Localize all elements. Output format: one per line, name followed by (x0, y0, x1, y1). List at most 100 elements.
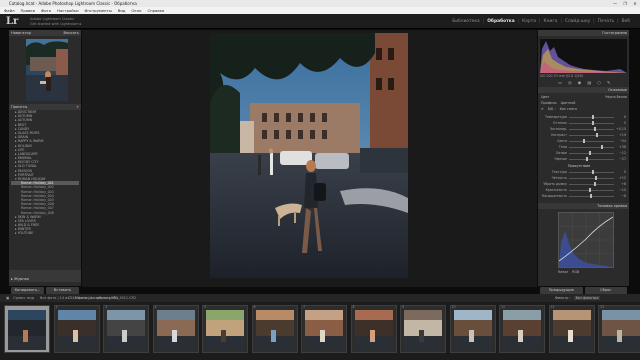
slider-value[interactable]: −12 (614, 151, 626, 155)
filter-select[interactable]: Без фильтра (573, 296, 601, 300)
channel-select[interactable]: RGB (572, 270, 579, 274)
filmstrip-thumbnail[interactable]: 3 (103, 305, 149, 353)
filmstrip-thumbnail[interactable]: 5 (202, 305, 248, 353)
filmstrip-thumbnail[interactable]: 9 (400, 305, 446, 353)
slider-value[interactable]: 0 (614, 121, 626, 125)
slider-track[interactable] (569, 157, 614, 161)
brush-icon[interactable]: ✎ (607, 80, 611, 85)
module-print[interactable]: Печать (598, 19, 614, 24)
minimize-button[interactable]: — (610, 0, 620, 7)
spot-removal-icon[interactable]: ◎ (568, 80, 572, 85)
filmstrip-thumbnail[interactable]: 6 (251, 305, 298, 353)
filmstrip-thumbnail[interactable]: 10 (449, 305, 496, 353)
crop-tool-icon[interactable]: ▭ (558, 80, 562, 85)
slider-value[interactable]: −27 (614, 157, 626, 161)
identity-line-2[interactable]: Get started with Lightroom ▸ (30, 22, 82, 27)
filmstrip-thumbnail[interactable]: 2 (53, 305, 100, 353)
slider-value[interactable]: +8 (614, 182, 626, 186)
filmstrip-thumbnail[interactable]: 4 (152, 305, 199, 353)
red-eye-icon[interactable]: ◉ (578, 80, 582, 85)
filmstrip-thumbnail[interactable]: 7 (301, 305, 347, 353)
menu-help[interactable]: Справка (148, 8, 165, 13)
histogram-header[interactable]: Гистограмма (538, 30, 629, 36)
slider-value[interactable]: −54 (614, 139, 626, 143)
slider-value[interactable]: 0 (614, 170, 626, 174)
slider-track[interactable] (569, 115, 614, 119)
slider-value[interactable]: +38 (614, 145, 626, 149)
menu-file[interactable]: Файл (4, 8, 15, 13)
slider-track[interactable] (569, 188, 614, 192)
filmstrip-thumbnail[interactable]: 11 (499, 305, 545, 353)
main-photo[interactable] (210, 33, 408, 278)
filmstrip-thumbnail[interactable]: 13 (598, 305, 640, 353)
slider-knob[interactable] (586, 157, 589, 161)
menu-view[interactable]: Вид (118, 8, 126, 13)
treatment-color[interactable]: Цвет (541, 95, 549, 99)
slider-track[interactable] (569, 176, 614, 180)
slider-value[interactable]: −6 (614, 194, 626, 198)
filmstrip-thumbnail[interactable]: 1 (4, 305, 50, 353)
slider-knob[interactable] (593, 182, 596, 186)
menu-edit[interactable]: Правка (21, 8, 35, 13)
close-button[interactable]: ✕ (630, 0, 640, 7)
slider-value[interactable]: +0,15 (614, 127, 626, 131)
slider-knob[interactable] (592, 121, 595, 125)
module-slideshow[interactable]: Слайд-шоу (565, 19, 590, 24)
previous-button[interactable]: Предыдущие (540, 287, 583, 294)
maximize-button[interactable]: ❐ (620, 0, 630, 7)
slider-knob[interactable] (590, 194, 593, 198)
slider-value[interactable]: +19 (614, 133, 626, 137)
eyedropper-icon[interactable]: ✒ (541, 107, 544, 111)
slider-knob[interactable] (595, 176, 598, 180)
tone-curve-header[interactable]: Тоновая кривая (538, 203, 629, 209)
loupe-view-icon[interactable]: ▣ (6, 296, 9, 300)
preset-group[interactable]: ▸ YOUTUBE (11, 231, 79, 235)
profile-select[interactable]: Цветной (561, 101, 576, 105)
menu-tools[interactable]: Инструменты (85, 8, 112, 13)
compare-view-label[interactable]: Сравн. вид (13, 296, 34, 300)
slider-value[interactable]: 0 (614, 115, 626, 119)
module-web[interactable]: Веб (622, 19, 630, 24)
slider-value[interactable]: −10 (614, 188, 626, 192)
radial-filter-icon[interactable]: ○ (597, 80, 601, 85)
slider-knob[interactable] (596, 133, 598, 137)
navigator-header[interactable]: Навигатор Вписать (9, 30, 81, 36)
slider-track[interactable] (569, 194, 614, 198)
gradient-filter-icon[interactable]: ▤ (587, 80, 591, 85)
menu-settings[interactable]: Настройки (57, 8, 78, 13)
wb-select[interactable]: Как снято (560, 107, 577, 111)
filmstrip-thumbnail[interactable]: 8 (350, 305, 397, 353)
treatment-bw[interactable]: Чёрно-белое (605, 95, 627, 99)
slider-knob[interactable] (582, 139, 585, 143)
paste-settings-button[interactable]: Вставить (46, 287, 79, 294)
filmstrip-thumbnail[interactable]: 12 (548, 305, 595, 353)
slider-track[interactable] (569, 170, 614, 174)
module-book[interactable]: Книга (544, 19, 558, 24)
menu-window[interactable]: Окно (131, 8, 141, 13)
slider-track[interactable] (569, 151, 614, 155)
menu-photo[interactable]: Фото (41, 8, 51, 13)
module-map[interactable]: Карта (522, 19, 536, 24)
navigator-zoom[interactable]: Вписать (63, 31, 79, 35)
tone-curve-graph[interactable] (558, 212, 614, 268)
slider-track[interactable] (569, 139, 614, 143)
slider-value[interactable]: +12 (614, 176, 626, 180)
navigator-preview[interactable] (26, 39, 68, 101)
slider-knob[interactable] (600, 145, 603, 149)
slider-knob[interactable] (591, 170, 594, 174)
slider-knob[interactable] (591, 115, 594, 119)
copy-settings-button[interactable]: Копировать... (11, 287, 44, 294)
reset-button[interactable]: Сброс (584, 287, 627, 294)
module-library[interactable]: Библиотека (452, 19, 480, 24)
slider-knob[interactable] (589, 151, 592, 155)
slider-track[interactable] (569, 121, 614, 125)
slider-track[interactable] (569, 145, 614, 149)
slider-knob[interactable] (593, 127, 596, 131)
slider-track[interactable] (569, 127, 614, 131)
add-preset-icon[interactable]: + (76, 105, 79, 109)
slider-knob[interactable] (588, 188, 591, 192)
module-develop[interactable]: Обработка (487, 19, 514, 24)
basic-header[interactable]: Основные (538, 87, 629, 93)
slider-track[interactable] (569, 133, 614, 137)
slider-track[interactable] (569, 182, 614, 186)
